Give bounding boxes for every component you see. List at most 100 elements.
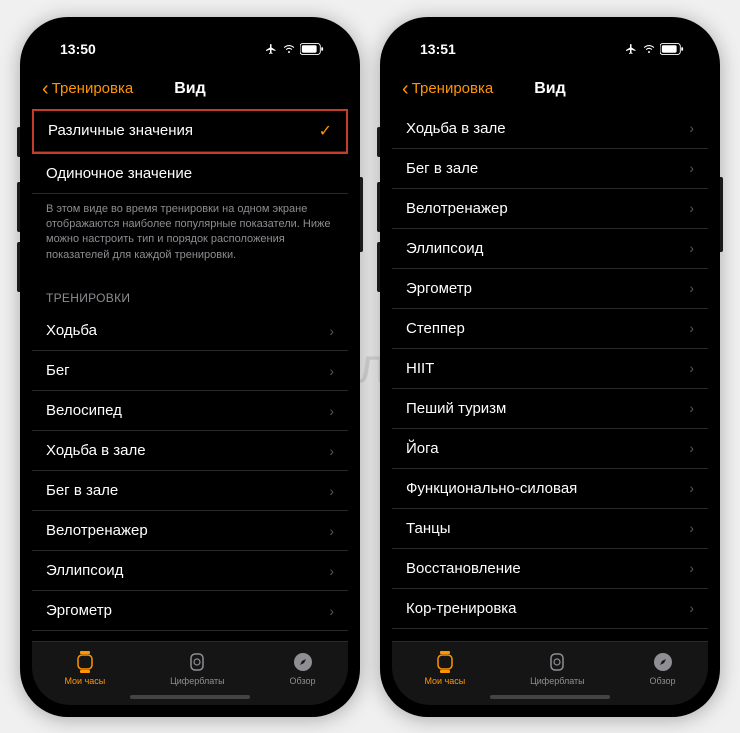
back-button[interactable]: ‹ Тренировка [402,79,493,99]
chevron-right-icon: › [329,403,334,419]
list-item[interactable]: Танцы › [392,509,708,549]
list-item[interactable]: Эллипсоид› [32,551,348,591]
chevron-right-icon: › [689,320,694,336]
list-item[interactable]: Велотренажер› [392,189,708,229]
list-item[interactable]: Степпер› [392,309,708,349]
row-label: Танцы [406,520,451,537]
home-indicator[interactable] [490,695,610,699]
chevron-right-icon: › [329,443,334,459]
tab-label: Обзор [290,676,316,686]
row-label: Бег [46,362,70,379]
section-header: ТРЕНИРОВКИ [32,277,348,311]
nav-bar: ‹ Тренировка Вид [392,69,708,109]
row-label: Йога [406,440,439,457]
list-item[interactable]: Функционально-силовая › [392,469,708,509]
chevron-right-icon: › [329,523,334,539]
list-item[interactable]: Велотренажер › [32,511,348,551]
option-single-value[interactable]: Одиночное значение [32,154,348,194]
row-label: Бег в зале [46,482,118,499]
chevron-right-icon: › [689,520,694,536]
tab-faces[interactable]: Циферблаты [170,650,225,686]
tab-label: Обзор [650,676,676,686]
row-label: Ходьба в зале [46,442,146,459]
chevron-right-icon: › [329,323,334,339]
list-item[interactable]: Восстановление › [392,549,708,589]
page-title: Вид [174,80,206,98]
chevron-right-icon: › [689,160,694,176]
wifi-icon [282,43,296,55]
list-item[interactable]: Эргометр › [392,269,708,309]
tab-label: Циферблаты [530,676,585,686]
tab-my-watch[interactable]: Мои часы [64,650,105,686]
watch-icon [433,650,457,674]
list-item[interactable]: Бег в зале › [32,471,348,511]
tab-faces[interactable]: Циферблаты [530,650,585,686]
list-item[interactable]: Йога › [392,429,708,469]
list-item[interactable]: Ходьба в зале› [392,109,708,149]
list-item[interactable]: HIIT › [392,349,708,389]
nav-bar: ‹ Тренировка Вид [32,69,348,109]
list-item[interactable]: Велосипед › [32,391,348,431]
row-label: Эргометр [406,280,472,297]
phone-left: 13:50 ‹ Тренировка Вид Различные значени… [20,17,360,717]
wifi-icon [642,43,656,55]
page-title: Вид [534,80,566,98]
chevron-right-icon: › [689,400,694,416]
home-indicator[interactable] [130,695,250,699]
back-label: Тренировка [412,80,494,97]
list-item[interactable]: Бег › [32,351,348,391]
chevron-right-icon: › [329,603,334,619]
tab-label: Мои часы [424,676,465,686]
content-area[interactable]: Ходьба в зале› Бег в зале › Велотренажер›… [392,109,708,641]
chevron-right-icon: › [689,240,694,256]
list-item[interactable]: Ходьба в зале › [32,431,348,471]
chevron-right-icon: › [689,360,694,376]
chevron-right-icon: › [689,440,694,456]
row-label: Кор-тренировка [406,600,517,617]
chevron-right-icon: › [689,600,694,616]
tab-label: Мои часы [64,676,105,686]
watch-icon [73,650,97,674]
list-item[interactable]: Кор-тренировка › [392,589,708,629]
back-button[interactable]: ‹ Тренировка [42,79,133,99]
row-label: Восстановление [406,560,521,577]
row-label: HIIT [406,360,434,377]
list-item[interactable]: Эргометр › [32,591,348,631]
row-label: Велосипед [46,402,122,419]
row-label: Пеший туризм [406,400,506,417]
option-multi-values[interactable]: Различные значения ✓ [34,111,346,152]
compass-icon [651,650,675,674]
row-label: Эллипсоид [46,562,123,579]
chevron-right-icon: › [329,483,334,499]
list-item[interactable]: Степпер› [32,631,348,640]
status-time: 13:50 [60,41,96,57]
tab-my-watch[interactable]: Мои часы [424,650,465,686]
tab-discover[interactable]: Обзор [650,650,676,686]
chevron-right-icon: › [689,560,694,576]
back-label: Тренировка [52,80,134,97]
list-item[interactable]: Эллипсоид › [392,229,708,269]
chevron-right-icon: › [329,363,334,379]
chevron-left-icon: ‹ [42,79,49,99]
list-item[interactable]: Пеший туризм › [392,389,708,429]
description-text: В этом виде во время тренировки на одном… [32,194,348,278]
battery-icon [660,43,684,55]
list-item[interactable]: Бег в зале › [392,149,708,189]
phone-right: 13:51 ‹ Тренировка Вид Ходьба в зале› Бе… [380,17,720,717]
compass-icon [291,650,315,674]
row-label: Бег в зале [406,160,478,177]
content-area[interactable]: Различные значения ✓ Одиночное значение … [32,109,348,641]
list-item[interactable]: Ходьба › [32,311,348,351]
row-label: Велотренажер [46,522,148,539]
chevron-right-icon: › [689,480,694,496]
option-label: Различные значения [48,122,193,139]
status-time: 13:51 [420,41,456,57]
tab-discover[interactable]: Обзор [290,650,316,686]
row-label: Эргометр [46,602,112,619]
list-item[interactable]: Другое› [392,629,708,641]
row-label: Ходьба [46,322,97,339]
row-label: Функционально-силовая [406,480,577,497]
chevron-right-icon: › [689,280,694,296]
chevron-right-icon: › [689,200,694,216]
row-label: Эллипсоид [406,240,483,257]
